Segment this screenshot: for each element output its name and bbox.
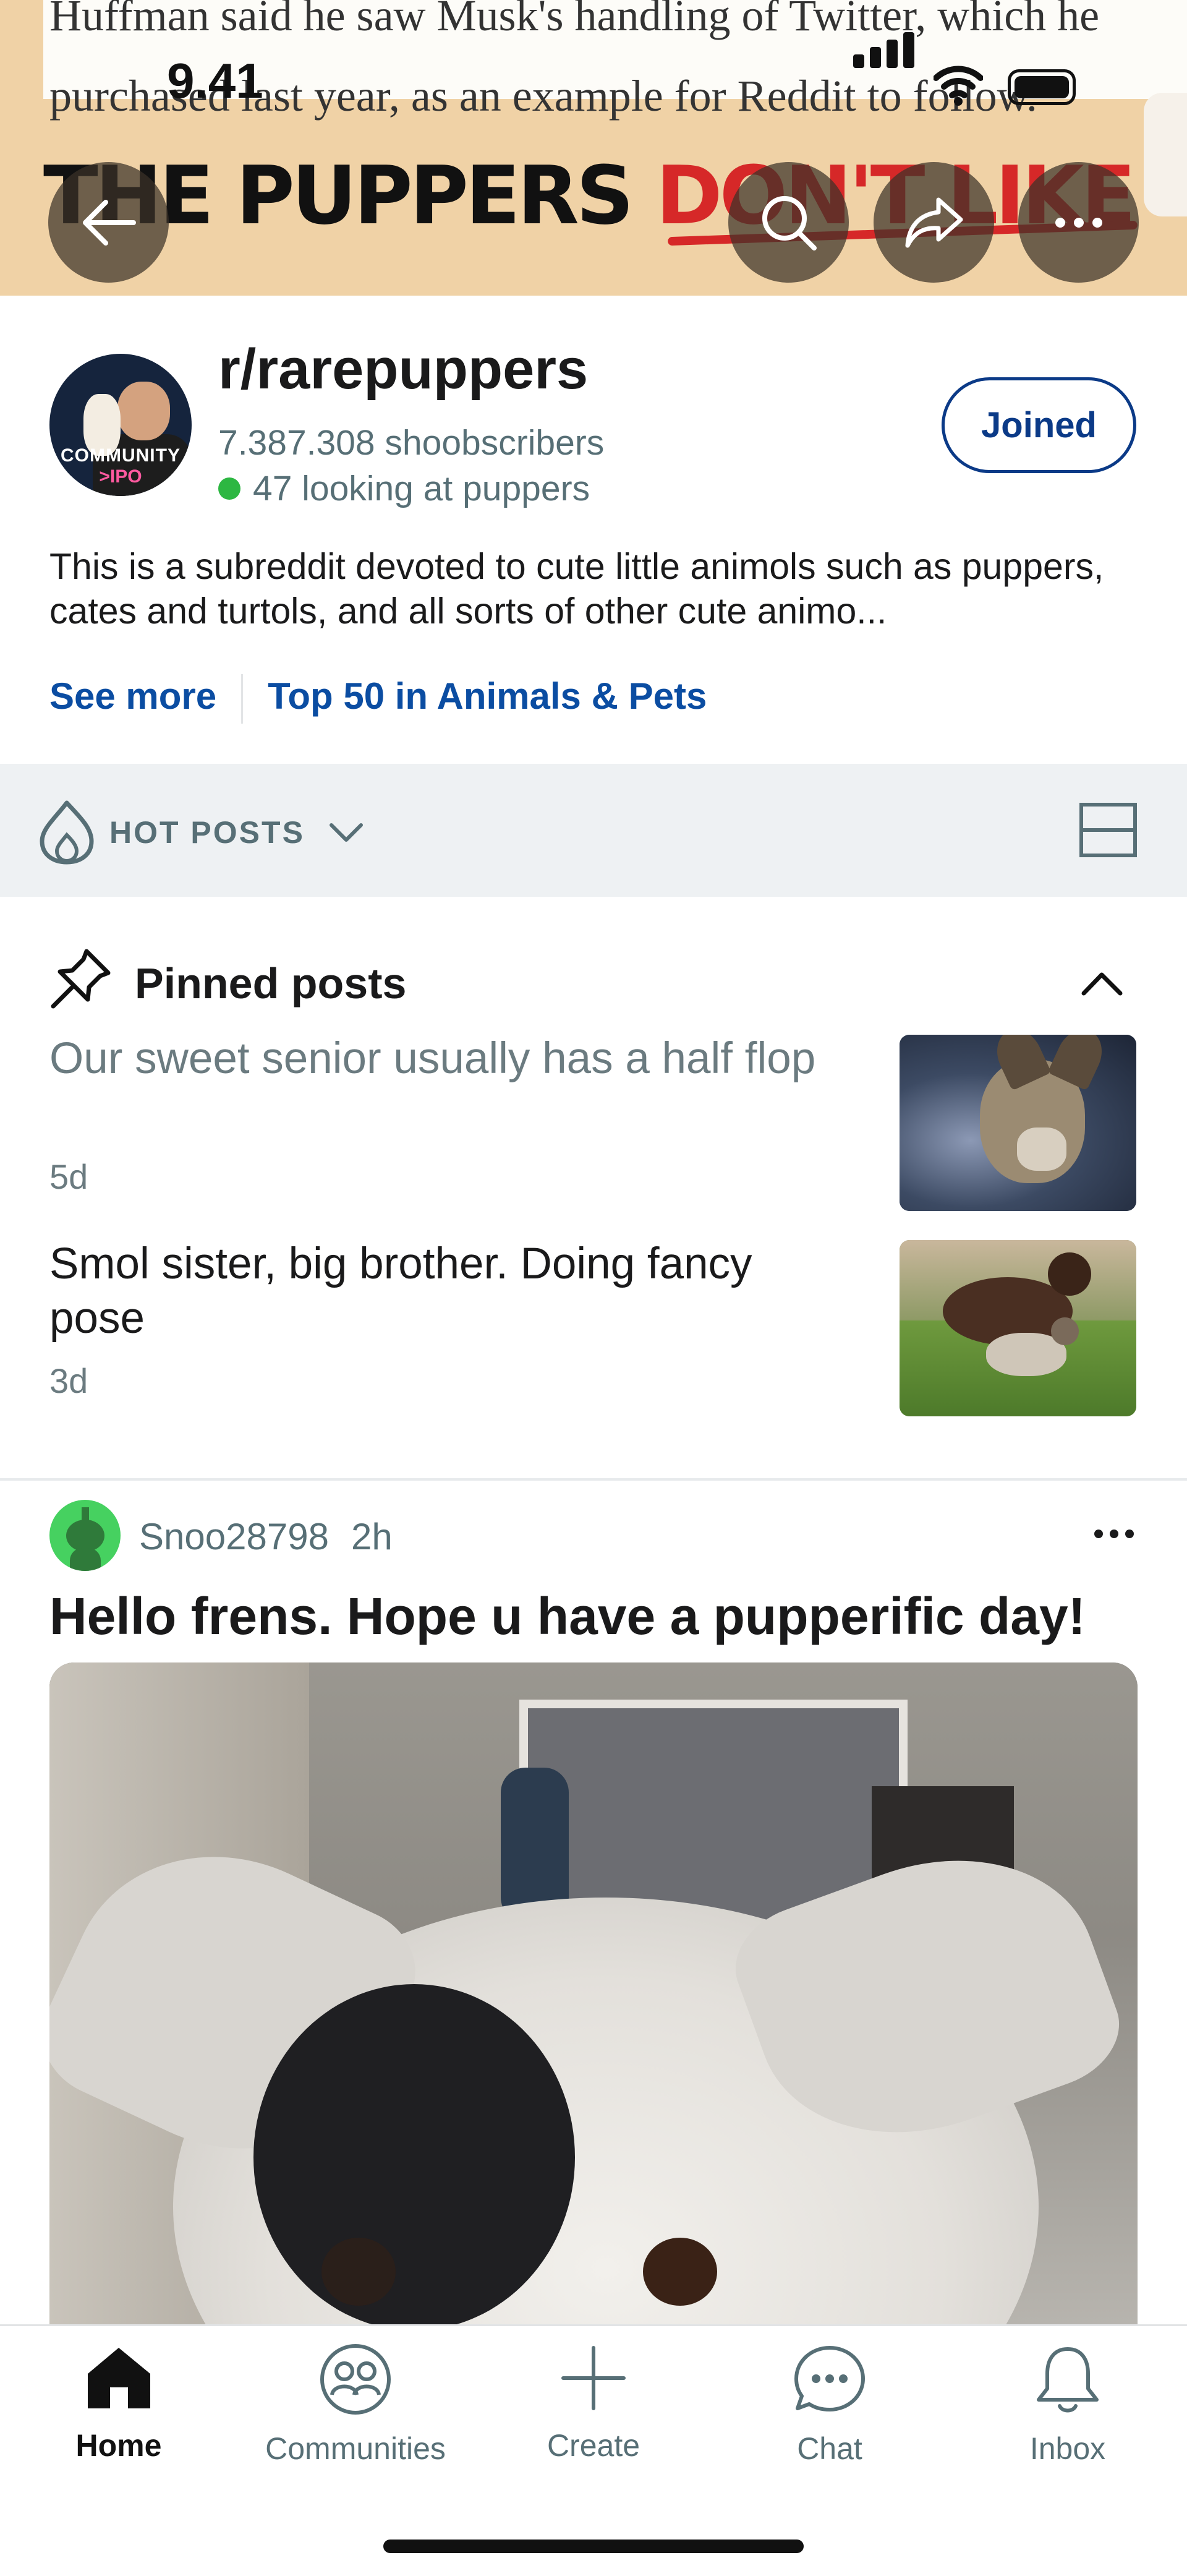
tab-create[interactable]: Create	[501, 2344, 686, 2463]
tab-communities[interactable]: Communities	[263, 2344, 448, 2467]
back-button[interactable]	[48, 162, 169, 283]
more-icon	[1055, 217, 1102, 228]
pinned-post-title: Our sweet senior usually has a half flop	[49, 1034, 816, 1083]
share-button[interactable]	[874, 162, 994, 283]
link-divider	[241, 674, 244, 724]
pinned-post-age: 3d	[49, 1361, 88, 1400]
pinned-post-age: 5d	[49, 1157, 88, 1196]
chevron-down-icon	[329, 823, 363, 842]
post-age: 2h	[351, 1516, 393, 1557]
back-arrow-icon	[82, 199, 136, 246]
pinned-post-thumbnail	[900, 1035, 1136, 1211]
status-time: 9.41	[167, 53, 263, 108]
tab-label: Chat	[797, 2431, 862, 2466]
post-more-icon[interactable]	[1091, 1521, 1138, 1546]
pinned-post-thumbnail	[900, 1240, 1136, 1416]
subscriber-count: 7.387.308 shoobscribers	[218, 423, 605, 463]
home-indicator[interactable]	[383, 2540, 804, 2553]
sort-label: HOT POSTS	[109, 815, 305, 850]
ranking-link[interactable]: Top 50 in Animals & Pets	[268, 675, 707, 717]
tab-label: Communities	[265, 2431, 446, 2466]
avatar-tag-ipo: >IPO	[99, 466, 142, 487]
post-image[interactable]	[49, 1662, 1138, 2343]
banner-pupper-image	[1144, 93, 1187, 216]
author-avatar[interactable]	[49, 1500, 121, 1571]
see-more-link[interactable]: See more	[49, 675, 216, 717]
card-view-icon[interactable]	[1079, 802, 1138, 858]
post-meta: Snoo28798 2h	[139, 1515, 393, 1558]
pin-icon	[51, 949, 111, 1009]
online-dot-icon	[218, 477, 240, 500]
flame-icon	[40, 800, 94, 865]
online-count: 47 looking at puppers	[218, 468, 590, 509]
search-icon	[762, 195, 817, 250]
community-links: See more Top 50 in Animals & Pets	[49, 674, 707, 724]
joined-button[interactable]: Joined	[942, 377, 1136, 473]
chat-icon	[794, 2346, 865, 2411]
chevron-up-icon[interactable]	[1079, 965, 1125, 1002]
wifi-icon	[934, 66, 983, 106]
tab-label: Home	[75, 2428, 162, 2463]
search-button[interactable]	[728, 162, 849, 283]
avatar-tag-community: COMMUNITY	[61, 445, 181, 466]
bell-icon	[1036, 2347, 1099, 2413]
status-bar: 9.41	[0, 0, 1187, 108]
home-icon	[87, 2348, 150, 2408]
avatar-face	[117, 382, 170, 440]
tab-chat[interactable]: Chat	[737, 2344, 922, 2467]
communities-icon	[320, 2344, 391, 2415]
post-title[interactable]: Hello frens. Hope u have a pupperific da…	[49, 1586, 1086, 1646]
sort-dropdown[interactable]: HOT POSTS	[109, 815, 365, 850]
battery-icon	[1008, 69, 1076, 105]
pinned-posts-heading: Pinned posts	[135, 959, 407, 1008]
share-icon	[905, 197, 963, 247]
tab-inbox[interactable]: Inbox	[975, 2344, 1160, 2467]
tab-home[interactable]: Home	[26, 2344, 211, 2463]
plus-icon	[561, 2346, 626, 2410]
community-avatar[interactable]: COMMUNITY >IPO	[49, 354, 192, 496]
post-author[interactable]: Snoo28798	[139, 1516, 329, 1557]
more-options-button[interactable]	[1018, 162, 1139, 283]
community-description: This is a subreddit devoted to cute litt…	[49, 546, 1104, 631]
community-name: r/rarepuppers	[218, 338, 589, 401]
pinned-post-title: Smol sister, big brother. Doing fancy po…	[49, 1239, 752, 1343]
tab-label: Inbox	[1029, 2431, 1106, 2466]
online-count-text: 47 looking at puppers	[253, 469, 590, 508]
tab-label: Create	[547, 2428, 640, 2463]
section-divider	[0, 1478, 1187, 1481]
